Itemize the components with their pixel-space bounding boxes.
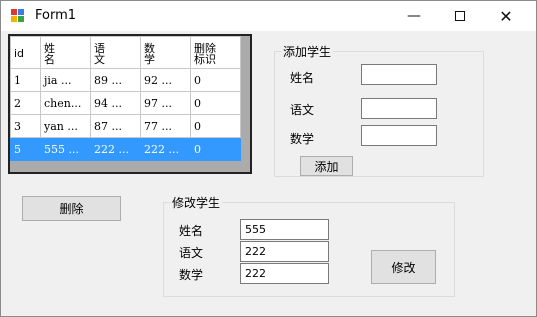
close-button[interactable]: ✕	[483, 1, 529, 31]
window-title: Form1	[35, 8, 77, 23]
add-chinese-label: 语文	[290, 103, 315, 117]
delete-button[interactable]: 删除	[22, 196, 121, 221]
column-header-math[interactable]: 数 学	[140, 36, 191, 69]
add-chinese-input[interactable]	[361, 98, 437, 119]
cell-name[interactable]: yan ...	[40, 114, 91, 138]
cell-deleted-flag[interactable]: 0	[190, 91, 241, 115]
cell-id[interactable]: 2	[10, 91, 41, 115]
cell-name[interactable]: 555 ...	[40, 137, 91, 161]
table-row[interactable]: 2 chen... 94 ... 97 ... 0	[10, 91, 241, 115]
cell-math[interactable]: 222 ...	[140, 137, 191, 161]
edit-math-input[interactable]	[240, 263, 329, 284]
title-bar[interactable]: Form1 — ✕	[1, 1, 536, 31]
cell-math[interactable]: 97 ...	[140, 91, 191, 115]
maximize-button[interactable]	[437, 1, 483, 31]
minimize-icon: —	[407, 8, 421, 24]
column-header-chinese[interactable]: 语 文	[90, 36, 141, 69]
column-header-name[interactable]: 姓 名	[40, 36, 91, 69]
add-name-label: 姓名	[290, 71, 315, 85]
add-student-group-title: 添加学生	[281, 43, 334, 60]
edit-name-label: 姓名	[179, 224, 204, 238]
cell-math[interactable]: 77 ...	[140, 114, 191, 138]
add-name-input[interactable]	[361, 64, 437, 85]
main-window: Form1 — ✕ id 姓 名 语 文 数 学 删除 标识 1 jia ...…	[0, 0, 537, 317]
column-header-id[interactable]: id	[10, 36, 41, 69]
table-row-selected[interactable]: 5 555 ... 222 ... 222 ... 0	[10, 137, 241, 161]
cell-math[interactable]: 92 ...	[140, 68, 191, 92]
edit-student-group-title: 修改学生	[170, 194, 223, 211]
maximize-icon	[455, 11, 465, 21]
edit-chinese-label: 语文	[179, 246, 204, 260]
cell-id[interactable]: 1	[10, 68, 41, 92]
add-button[interactable]: 添加	[300, 156, 353, 176]
app-icon	[11, 9, 27, 23]
minimize-button[interactable]: —	[391, 1, 437, 31]
add-math-label: 数学	[290, 132, 315, 146]
edit-button[interactable]: 修改	[371, 250, 436, 284]
students-table: id 姓 名 语 文 数 学 删除 标识 1 jia ... 89 ... 92…	[10, 36, 241, 161]
edit-chinese-input[interactable]	[240, 241, 329, 262]
cell-deleted-flag[interactable]: 0	[190, 114, 241, 138]
grid-header-row: id 姓 名 语 文 数 学 删除 标识	[10, 36, 241, 69]
table-row[interactable]: 3 yan ... 87 ... 77 ... 0	[10, 114, 241, 138]
students-grid[interactable]: id 姓 名 语 文 数 学 删除 标识 1 jia ... 89 ... 92…	[8, 34, 252, 174]
cell-deleted-flag[interactable]: 0	[190, 137, 241, 161]
add-math-input[interactable]	[361, 125, 437, 146]
cell-name[interactable]: chen...	[40, 91, 91, 115]
cell-name[interactable]: jia ...	[40, 68, 91, 92]
cell-chinese[interactable]: 222 ...	[90, 137, 141, 161]
cell-id[interactable]: 5	[10, 137, 41, 161]
close-icon: ✕	[499, 6, 513, 26]
cell-chinese[interactable]: 87 ...	[90, 114, 141, 138]
cell-id[interactable]: 3	[10, 114, 41, 138]
cell-chinese[interactable]: 89 ...	[90, 68, 141, 92]
edit-name-input[interactable]	[240, 219, 329, 240]
table-row[interactable]: 1 jia ... 89 ... 92 ... 0	[10, 68, 241, 92]
cell-deleted-flag[interactable]: 0	[190, 68, 241, 92]
column-header-deleted-flag[interactable]: 删除 标识	[190, 36, 241, 69]
edit-math-label: 数学	[179, 268, 204, 282]
cell-chinese[interactable]: 94 ...	[90, 91, 141, 115]
